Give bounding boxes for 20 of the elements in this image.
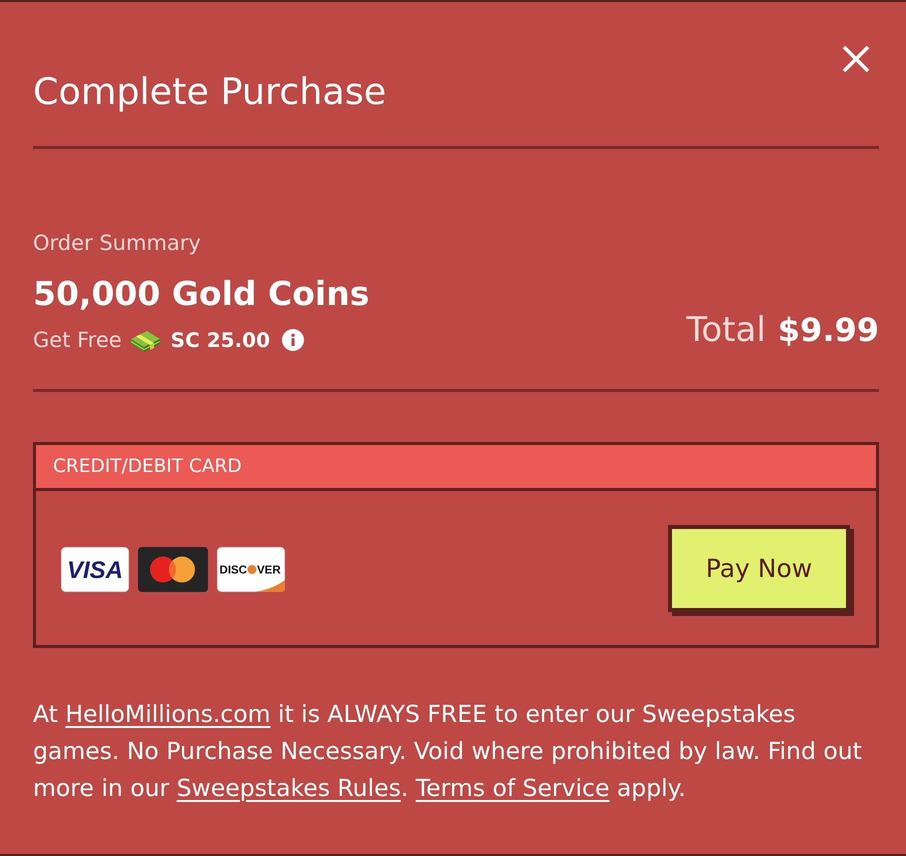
money-stack-icon xyxy=(130,328,160,352)
mastercard-logo-icon xyxy=(138,546,208,592)
text-link[interactable]: HelloMillions.com xyxy=(65,700,270,728)
bonus-amount: SC 25.00 xyxy=(170,327,270,353)
section-label: Order Summary xyxy=(33,230,202,256)
product-name: 50,000 Gold Coins xyxy=(33,274,370,314)
total-label: Total xyxy=(686,310,766,350)
dialog-title: Complete Purchase xyxy=(33,70,386,114)
payment-method-header: CREDIT/DEBIT CARD xyxy=(36,445,876,491)
visa-logo-icon: VISA xyxy=(61,546,129,592)
bonus-label: Get Free xyxy=(33,327,122,353)
close-icon xyxy=(842,45,870,73)
pay-now-button[interactable]: Pay Now xyxy=(668,525,854,616)
close-button[interactable] xyxy=(842,45,870,73)
disclaimer-text: At HelloMillions.com it is ALWAYS FREE to enter our Sweepstakes games. No Purchase Necessary. Void where prohibited by law. Find out more in our Sweepstakes Rules. Terms of Service apply. xyxy=(33,699,863,804)
discover-logo-icon: DISC VER xyxy=(217,546,285,592)
text-link[interactable]: Terms of Service xyxy=(416,774,610,802)
total-price: $9.99 xyxy=(778,310,879,350)
text-link[interactable]: Sweepstakes Rules xyxy=(176,774,401,802)
info-icon[interactable] xyxy=(282,329,304,351)
